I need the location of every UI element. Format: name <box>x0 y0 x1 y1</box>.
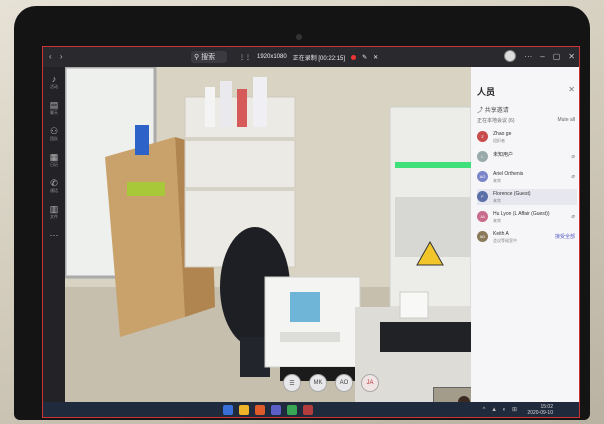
participant-role: 会议等候室中 <box>493 238 517 243</box>
mic-off-icon[interactable]: ⌀ <box>571 213 575 220</box>
files-icon: ▥ <box>49 204 59 214</box>
rail-item-calendar[interactable]: ▦ 日历 <box>50 153 59 167</box>
meeting-time: 正在录制 [00:22:15] <box>292 55 346 62</box>
folder-icon[interactable] <box>239 405 249 415</box>
panel-close-icon[interactable]: ✕ <box>568 85 575 94</box>
mic-off-icon[interactable]: ⌀ <box>571 173 575 180</box>
chat-icon: ▤ <box>49 100 59 110</box>
app-rail: ♪ 活动 ▤ 聊天 ⚇ 团队 ▦ 日历 ✆ 通话 ▥ 文件 ··· <box>43 67 65 417</box>
phone-icon: ✆ <box>50 178 58 188</box>
participant-name: Keith A <box>493 231 509 237</box>
photo-stage: ‹ › ⚲ 搜索 ⋮⋮ 1920x1080 正在录制 [00:22:15] ✎ … <box>0 0 604 424</box>
participant-bubbles: ☰ MK AO JA <box>283 374 379 392</box>
participant-bubble-ao[interactable]: AO <box>335 374 353 392</box>
lab-scene <box>65 67 471 402</box>
windows-taskbar: ^ ▲ ◐ ⊞ 15:02 2020-09-10 <box>43 402 579 417</box>
avatar: L <box>477 151 488 162</box>
app-icon[interactable] <box>255 405 265 415</box>
search-icon: ⚲ <box>194 54 200 61</box>
participant-name: Ariel Orthenis <box>493 171 524 177</box>
system-tray-icons[interactable]: ^ ▲ ◐ ⊞ <box>483 406 519 413</box>
menu-bubble[interactable]: ☰ <box>283 374 301 392</box>
calendar-icon: ▦ <box>49 152 59 162</box>
share-invite-link[interactable]: ⤴ 共享邀请 <box>477 105 509 114</box>
mic-off-icon[interactable]: ⌀ <box>571 153 575 160</box>
participant-row[interactable]: L 未知用户 ⌀ <box>477 149 577 165</box>
webcam <box>296 34 302 40</box>
admit-all-button[interactable]: 接受全部 <box>555 233 575 240</box>
avatar: JA <box>477 211 488 222</box>
rail-item-calls[interactable]: ✆ 通话 <box>50 179 58 193</box>
participant-row[interactable]: AO Ariel Orthenis 来宾 ⌀ <box>477 169 577 185</box>
nav-arrows[interactable]: ‹ › <box>49 52 66 61</box>
app-icon[interactable] <box>303 405 313 415</box>
participant-name: Florence (Guest) <box>493 191 531 197</box>
avatar: AD <box>477 231 488 242</box>
participant-name: 未知用户 <box>493 152 514 158</box>
people-panel: 人员 ✕ ⤴ 共享邀请 正在本地会议 (6) Mute all Z Zhao g… <box>471 67 579 402</box>
search-input[interactable]: ⚲ 搜索 <box>191 51 227 63</box>
more-icon[interactable]: ··· <box>524 52 532 61</box>
taskbar-apps <box>223 405 313 415</box>
avatar: F <box>477 191 488 202</box>
participant-row[interactable]: JA Hu Lyon (L Affair (Guest)) 来宾 ⌀ <box>477 209 577 225</box>
rail-item-teams[interactable]: ⚇ 团队 <box>50 127 58 141</box>
title-bar: ‹ › ⚲ 搜索 ⋮⋮ 1920x1080 正在录制 [00:22:15] ✎ … <box>43 47 579 67</box>
avatar: AO <box>477 171 488 182</box>
app-icon[interactable] <box>287 405 297 415</box>
more-apps-icon[interactable]: ··· <box>50 231 59 240</box>
clock-date: 2020-09-10 <box>527 410 553 416</box>
participant-role: 来宾 <box>493 178 501 183</box>
user-avatar[interactable] <box>504 50 517 62</box>
teams-app-icon[interactable] <box>271 405 281 415</box>
close-window-icon[interactable]: ✕ <box>568 52 575 61</box>
rail-item-activity[interactable]: ♪ 活动 <box>50 75 58 89</box>
video-feed <box>65 67 471 402</box>
participant-role: 来宾 <box>493 218 501 223</box>
window-controls: ··· – ▢ ✕ <box>504 50 575 62</box>
minimize-icon[interactable]: – <box>540 52 544 61</box>
pen-icon[interactable]: ✎ <box>362 54 367 61</box>
participant-row[interactable]: Z Zhao ge 组织者 <box>477 129 577 145</box>
clock[interactable]: 15:02 2020-09-10 <box>527 404 553 416</box>
share-icon: ⤴ <box>477 108 484 114</box>
participant-row[interactable]: F Florence (Guest) 来宾 <box>477 189 577 205</box>
participant-bubble-ja[interactable]: JA <box>361 374 379 392</box>
teams-icon: ⚇ <box>49 126 59 136</box>
record-icon <box>351 54 357 60</box>
maximize-icon[interactable]: ▢ <box>553 52 561 61</box>
self-view-image <box>434 388 471 402</box>
in-meeting-header: 正在本地会议 (6) Mute all <box>477 117 575 124</box>
participant-row[interactable]: AD Keith A 会议等候室中 接受全部 <box>477 229 577 245</box>
mute-all-link[interactable]: Mute all <box>557 117 575 123</box>
rail-item-files[interactable]: ▥ 文件 <box>50 205 59 219</box>
participant-name: Hu Lyon (L Affair (Guest)) <box>493 211 550 217</box>
laptop-screen: ‹ › ⚲ 搜索 ⋮⋮ 1920x1080 正在录制 [00:22:15] ✎ … <box>42 46 580 418</box>
grid-icon[interactable]: ⋮⋮ <box>239 54 251 61</box>
panel-title: 人员 <box>477 87 496 97</box>
participant-role: 组织者 <box>493 138 505 143</box>
self-view-tile[interactable] <box>433 387 471 402</box>
search-label: 搜索 <box>201 54 216 61</box>
bell-icon: ♪ <box>51 74 57 84</box>
participant-name: Zhao ge <box>493 131 512 137</box>
avatar: Z <box>477 131 488 142</box>
participant-role: 来宾 <box>493 198 501 203</box>
meeting-info: ⋮⋮ 1920x1080 正在录制 [00:22:15] ✎ ✕ <box>239 51 378 63</box>
app-icon[interactable] <box>223 405 233 415</box>
close-icon[interactable]: ✕ <box>373 54 378 61</box>
participant-bubble-mk[interactable]: MK <box>309 374 327 392</box>
meeting-size: 1920x1080 <box>257 54 287 60</box>
rail-item-chat[interactable]: ▤ 聊天 <box>50 101 59 115</box>
